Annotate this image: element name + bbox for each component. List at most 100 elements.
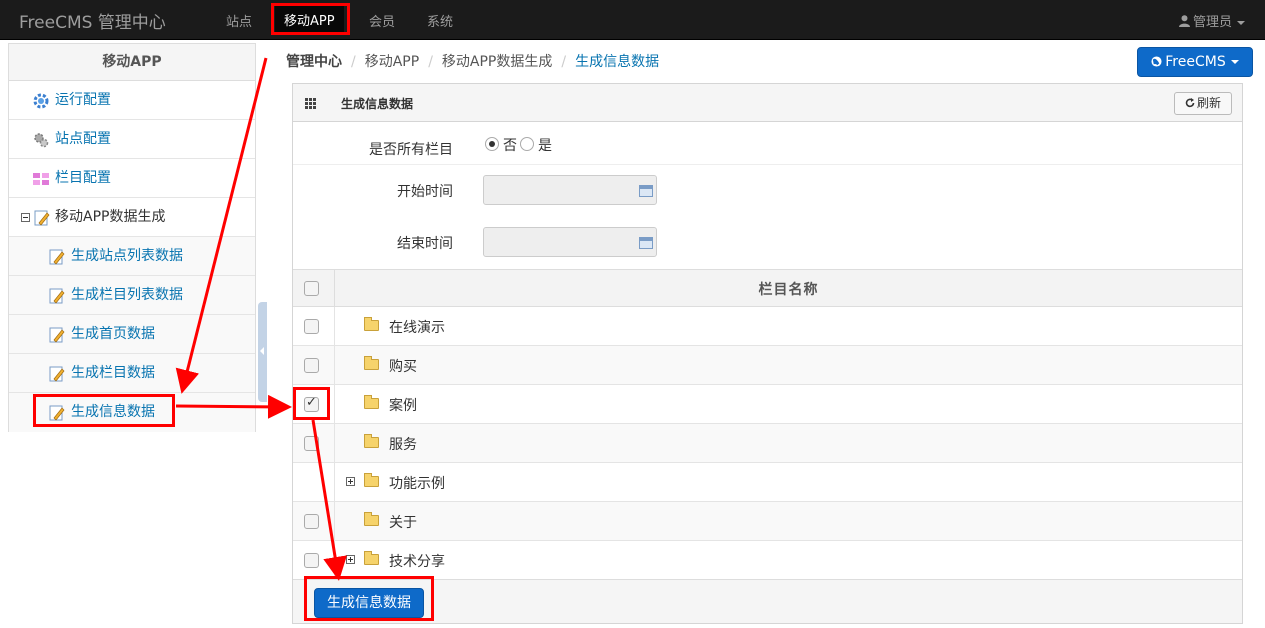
sidebar: 移动APP 运行配置 站点配置 栏目配置 移动APP数据生成 生成站点列表数据 … <box>8 43 256 432</box>
sidebar-item-gen-column[interactable]: 生成栏目数据 <box>9 354 255 393</box>
sidebar-item-label: 生成站点列表数据 <box>71 248 183 264</box>
column-divider <box>334 385 335 424</box>
main-content: 管理中心 / 移动APP / 移动APP数据生成 / 生成信息数据 FreeCMS 生成信息… <box>272 40 1265 628</box>
start-time-row: 开始时间 <box>293 165 1242 217</box>
edit-icon <box>34 210 50 226</box>
all-columns-row: 是否所有栏目 否 是 <box>293 123 1242 165</box>
breadcrumb-item[interactable]: 管理中心 <box>286 54 342 70</box>
edit-icon <box>49 249 65 265</box>
table-row[interactable]: 技术分享 <box>293 541 1242 580</box>
folder-icon <box>364 356 379 370</box>
column-divider <box>334 502 335 541</box>
chevron-down-icon <box>1237 20 1245 25</box>
folder-icon <box>364 317 379 331</box>
table-row[interactable]: 功能示例 <box>293 463 1242 502</box>
chevron-left-icon <box>260 347 264 355</box>
nav-item-site[interactable]: 站点 <box>226 11 252 30</box>
row-checkbox[interactable] <box>304 436 319 451</box>
breadcrumb: 管理中心 / 移动APP / 移动APP数据生成 / 生成信息数据 <box>286 51 659 71</box>
gears-icon <box>34 133 49 148</box>
annotation-box-nav <box>271 3 350 35</box>
nav-item-member[interactable]: 会员 <box>369 11 395 30</box>
column-divider <box>334 346 335 385</box>
refresh-icon <box>1185 98 1195 108</box>
expand-icon[interactable] <box>346 555 355 564</box>
brand-title[interactable]: FreeCMS 管理中心 <box>19 8 166 33</box>
calendar-icon[interactable] <box>639 185 653 197</box>
column-name: 功能示例 <box>389 476 445 492</box>
table-row[interactable]: 关于 <box>293 502 1242 541</box>
table-header: 栏目名称 <box>293 269 1242 307</box>
end-time-label: 结束时间 <box>397 236 453 252</box>
sidebar-item-gen-column-list[interactable]: 生成栏目列表数据 <box>9 276 255 315</box>
sidebar-item-gen-site-list[interactable]: 生成站点列表数据 <box>9 237 255 276</box>
sidebar-collapse-handle[interactable] <box>258 302 267 402</box>
folder-icon <box>364 473 379 487</box>
refresh-button[interactable]: 刷新 <box>1174 92 1232 115</box>
form-actions: 生成信息数据 <box>293 579 1242 623</box>
column-divider <box>334 424 335 463</box>
table-row[interactable]: 案例 <box>293 385 1242 424</box>
breadcrumb-separator: / <box>351 54 356 70</box>
gear-blue-icon <box>33 93 49 109</box>
user-menu[interactable]: 管理员 <box>1178 11 1245 30</box>
sidebar-item-data-generation[interactable]: 移动APP数据生成 <box>9 198 255 237</box>
end-time-row-spacer <box>293 217 1242 231</box>
start-time-input[interactable] <box>483 175 657 205</box>
columns-icon <box>33 173 49 185</box>
all-columns-label: 是否所有栏目 <box>369 142 453 158</box>
column-name: 购买 <box>389 359 417 375</box>
breadcrumb-separator: / <box>561 54 567 70</box>
breadcrumb-item[interactable]: 移动APP数据生成 <box>442 54 552 70</box>
row-checkbox[interactable] <box>304 319 319 334</box>
radio-no-label: 否 <box>503 138 517 154</box>
folder-icon <box>364 395 379 409</box>
collapse-toggle-icon[interactable] <box>21 213 30 222</box>
sidebar-item-run-config[interactable]: 运行配置 <box>9 81 255 120</box>
user-icon <box>1178 15 1190 27</box>
refresh-label: 刷新 <box>1196 96 1221 110</box>
folder-icon <box>364 434 379 448</box>
sidebar-item-label: 生成首页数据 <box>71 326 155 342</box>
chevron-down-icon <box>1230 60 1239 64</box>
breadcrumb-separator: / <box>428 54 433 70</box>
column-divider <box>334 541 335 580</box>
column-divider <box>334 463 335 502</box>
edit-icon <box>49 366 65 382</box>
row-checkbox[interactable] <box>304 358 319 373</box>
radio-no[interactable] <box>485 137 499 151</box>
table-row[interactable]: 购买 <box>293 346 1242 385</box>
sidebar-item-label: 站点配置 <box>55 131 111 147</box>
row-checkbox[interactable] <box>304 553 319 568</box>
sidebar-item-label: 生成栏目数据 <box>71 365 155 381</box>
calendar-icon[interactable] <box>639 237 653 249</box>
grid-icon <box>305 98 316 109</box>
edit-icon <box>49 288 65 304</box>
edit-icon <box>49 327 65 343</box>
nav-item-system[interactable]: 系统 <box>427 11 453 30</box>
freecms-dropdown-button[interactable]: FreeCMS <box>1137 47 1253 77</box>
sidebar-item-gen-home[interactable]: 生成首页数据 <box>9 315 255 354</box>
end-time-input[interactable] <box>483 227 657 257</box>
top-navbar: FreeCMS 管理中心 站点 移动APP 会员 系统 管理员 <box>0 0 1265 40</box>
column-name: 在线演示 <box>389 320 445 336</box>
sidebar-item-column-config[interactable]: 栏目配置 <box>9 159 255 198</box>
column-name: 技术分享 <box>389 554 445 570</box>
breadcrumb-item[interactable]: 移动APP <box>365 54 419 70</box>
sidebar-item-label: 运行配置 <box>55 92 111 108</box>
sidebar-item-label: 移动APP数据生成 <box>55 209 166 225</box>
column-name: 关于 <box>389 515 417 531</box>
table-row[interactable]: 在线演示 <box>293 307 1242 346</box>
radio-yes-label: 是 <box>538 138 552 154</box>
sidebar-item-site-config[interactable]: 站点配置 <box>9 120 255 159</box>
radio-yes[interactable] <box>520 137 534 151</box>
folder-icon <box>364 512 379 526</box>
sidebar-title: 移动APP <box>9 44 255 81</box>
start-time-label: 开始时间 <box>397 184 453 200</box>
annotation-box-sidebar <box>33 394 175 427</box>
expand-icon[interactable] <box>346 477 355 486</box>
annotation-box-submit <box>304 576 434 621</box>
table-row[interactable]: 服务 <box>293 424 1242 463</box>
row-checkbox[interactable] <box>304 514 319 529</box>
select-all-checkbox[interactable] <box>304 281 319 296</box>
